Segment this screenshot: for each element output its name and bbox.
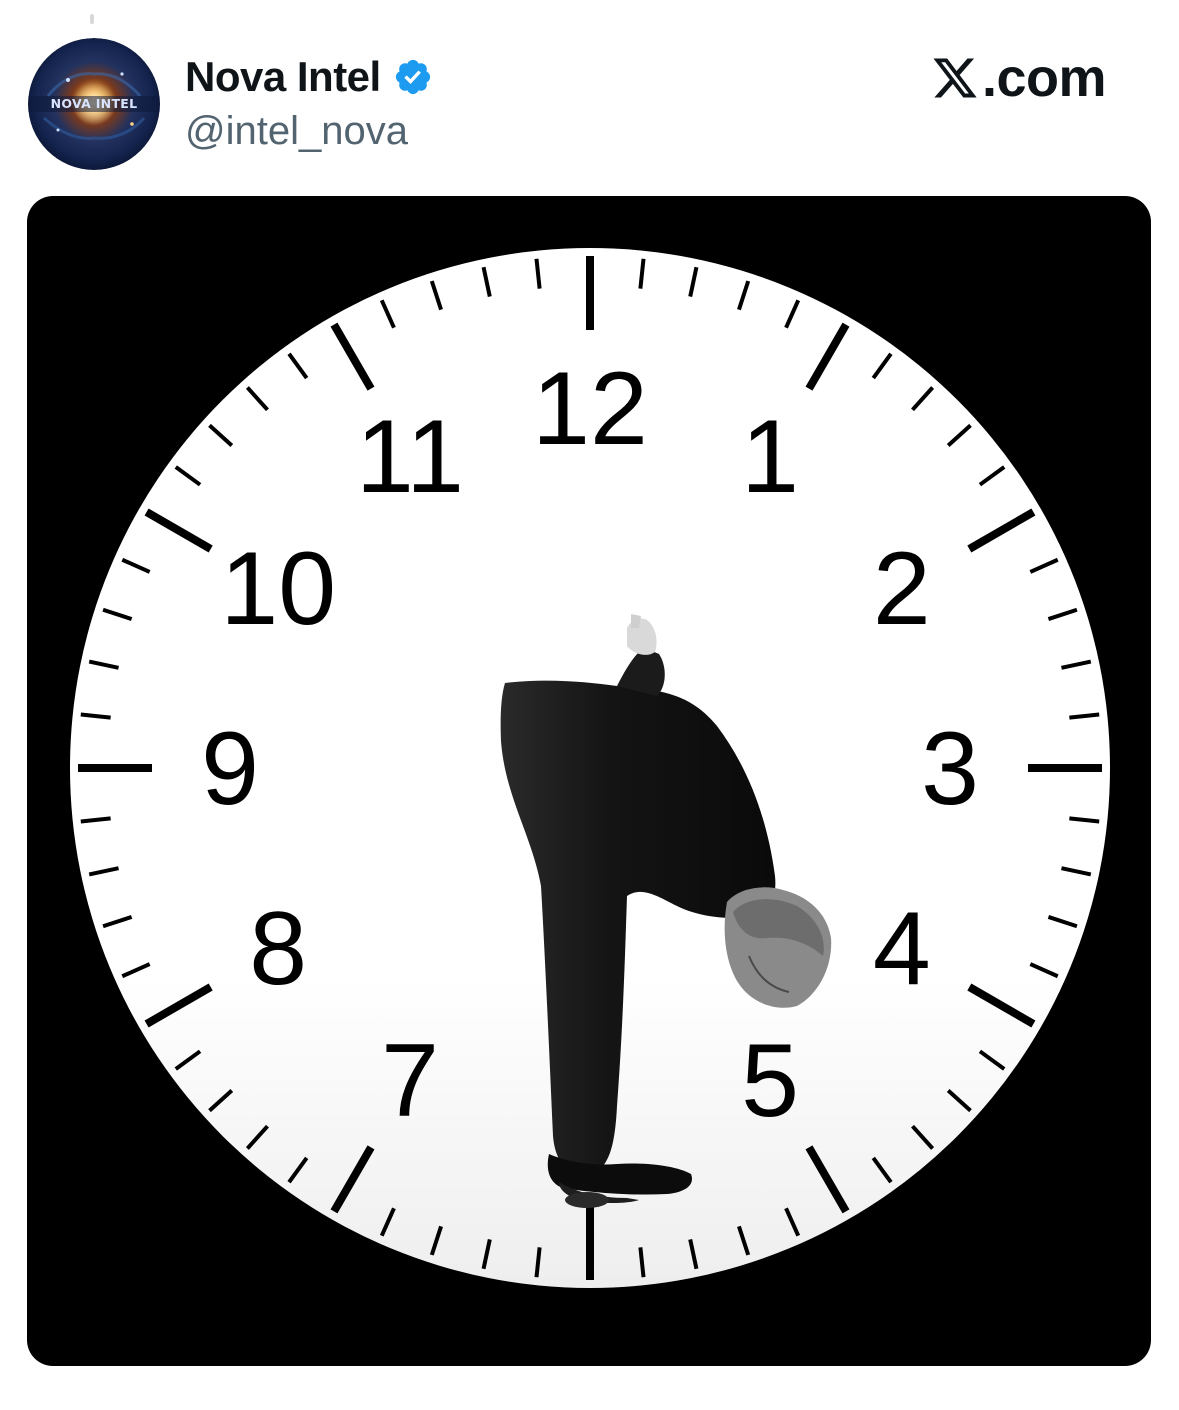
clock-numeral-12: 12 bbox=[532, 351, 648, 467]
clock-illustration: 12 12 3 45 78 9 1011 bbox=[70, 248, 1110, 1288]
clock-numeral-8: 8 bbox=[249, 891, 307, 1007]
site-text: .com bbox=[982, 48, 1107, 108]
avatar[interactable]: NOVA INTEL bbox=[28, 38, 160, 170]
avatar-text: NOVA INTEL bbox=[50, 96, 138, 111]
clock-numeral-1: 1 bbox=[741, 399, 799, 515]
scroll-indicator bbox=[90, 14, 94, 24]
display-name[interactable]: Nova Intel bbox=[185, 52, 381, 102]
clock-numeral-7: 7 bbox=[381, 1023, 439, 1139]
clock-numeral-10: 10 bbox=[220, 531, 336, 647]
post-header: NOVA INTEL Nova Intel @intel_nova .com bbox=[0, 0, 1179, 190]
clock-numeral-3: 3 bbox=[921, 711, 979, 827]
clock-numeral-11: 11 bbox=[356, 399, 464, 515]
clock-numeral-2: 2 bbox=[873, 531, 931, 647]
display-name-row: Nova Intel bbox=[185, 52, 433, 102]
site-label[interactable]: .com bbox=[930, 48, 1107, 108]
clock-numeral-5: 5 bbox=[741, 1023, 799, 1139]
author-handle[interactable]: @intel_nova bbox=[185, 106, 408, 156]
verified-badge-icon bbox=[395, 59, 430, 95]
clock-numeral-9: 9 bbox=[201, 711, 259, 827]
post-media-image[interactable]: 12 1 2 3 4 5 7 8 9 10 11 bbox=[27, 196, 1151, 1366]
x-logo-icon bbox=[933, 58, 977, 98]
clock-numeral-4: 4 bbox=[873, 891, 931, 1007]
